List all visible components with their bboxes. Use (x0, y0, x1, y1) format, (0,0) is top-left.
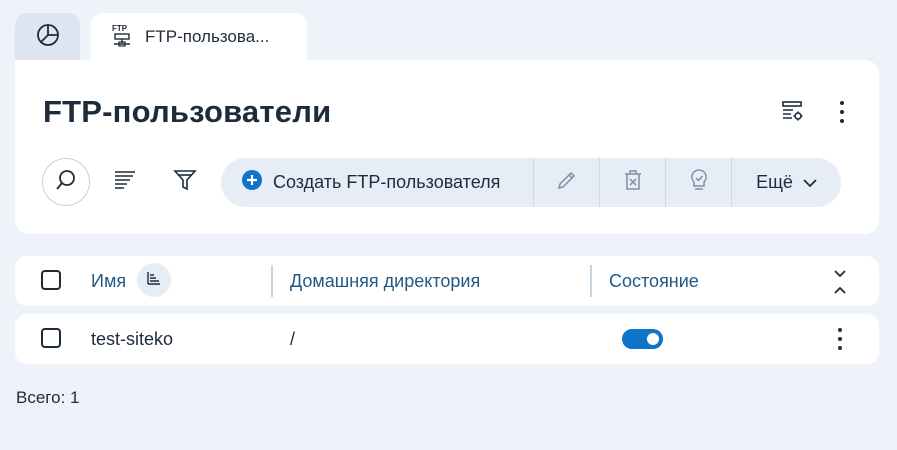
create-label: Создать FTP-пользователя (273, 172, 501, 192)
column-header-status[interactable]: Состояние (609, 256, 699, 306)
table-settings-button[interactable] (776, 96, 810, 130)
kebab-menu-icon (840, 101, 844, 105)
delete-button[interactable] (600, 158, 666, 207)
column-header-home[interactable]: Домашняя директория (290, 256, 480, 306)
sort-ascending-icon (146, 270, 162, 291)
trash-icon (623, 169, 643, 196)
pie-chart-icon (36, 23, 60, 52)
sort-button[interactable] (105, 160, 145, 204)
more-dropdown[interactable]: Ещё (732, 158, 841, 207)
column-resize-handle[interactable] (271, 265, 273, 297)
table-row[interactable]: test-siteko / (15, 314, 879, 364)
hint-button[interactable] (666, 158, 732, 207)
tab-dashboard[interactable] (15, 13, 80, 61)
column-resize-handle[interactable] (590, 265, 592, 297)
tab-label: FTP-пользова... (145, 27, 270, 46)
ftp-badge-text: FTP (112, 24, 128, 33)
sort-lines-icon (114, 169, 136, 196)
lightbulb-icon (689, 168, 709, 197)
filter-icon (173, 168, 197, 197)
total-count: Всего: 1 (16, 388, 80, 407)
sort-name-button[interactable] (137, 263, 171, 297)
page-menu-button[interactable] (839, 101, 845, 123)
table-header: Имя Домашняя директория Состояние (15, 256, 879, 306)
edit-button[interactable] (534, 158, 600, 207)
filter-button[interactable] (165, 160, 205, 204)
action-toolbar: Создать FTP-пользователя Ещё (221, 158, 841, 207)
page-title: FTP-пользователи (43, 94, 332, 129)
expand-collapse-icon (833, 270, 847, 299)
cell-home-dir: / (290, 329, 296, 349)
pencil-icon (556, 169, 578, 196)
chevron-down-icon (803, 172, 817, 193)
plus-circle-icon (241, 169, 263, 196)
collapse-expand-button[interactable] (833, 269, 847, 300)
table-settings-icon (781, 99, 805, 128)
status-toggle[interactable] (622, 329, 663, 349)
select-all-checkbox[interactable] (41, 270, 61, 290)
search-button[interactable] (42, 158, 90, 206)
column-header-name[interactable]: Имя (91, 256, 126, 306)
create-ftp-user-button[interactable]: Создать FTP-пользователя (221, 158, 534, 207)
row-checkbox[interactable] (41, 328, 61, 348)
cell-name: test-siteko (91, 329, 174, 349)
search-icon (54, 168, 78, 197)
more-label: Ещё (756, 172, 793, 192)
page-header-card: FTP-пользователи Создать FTP-пользовател… (15, 60, 879, 234)
tab-ftp-users[interactable]: FTP FTP-пользова... (91, 13, 307, 61)
ftp-icon: FTP (111, 23, 133, 52)
kebab-menu-icon (838, 328, 842, 332)
row-menu-button[interactable] (837, 328, 843, 350)
